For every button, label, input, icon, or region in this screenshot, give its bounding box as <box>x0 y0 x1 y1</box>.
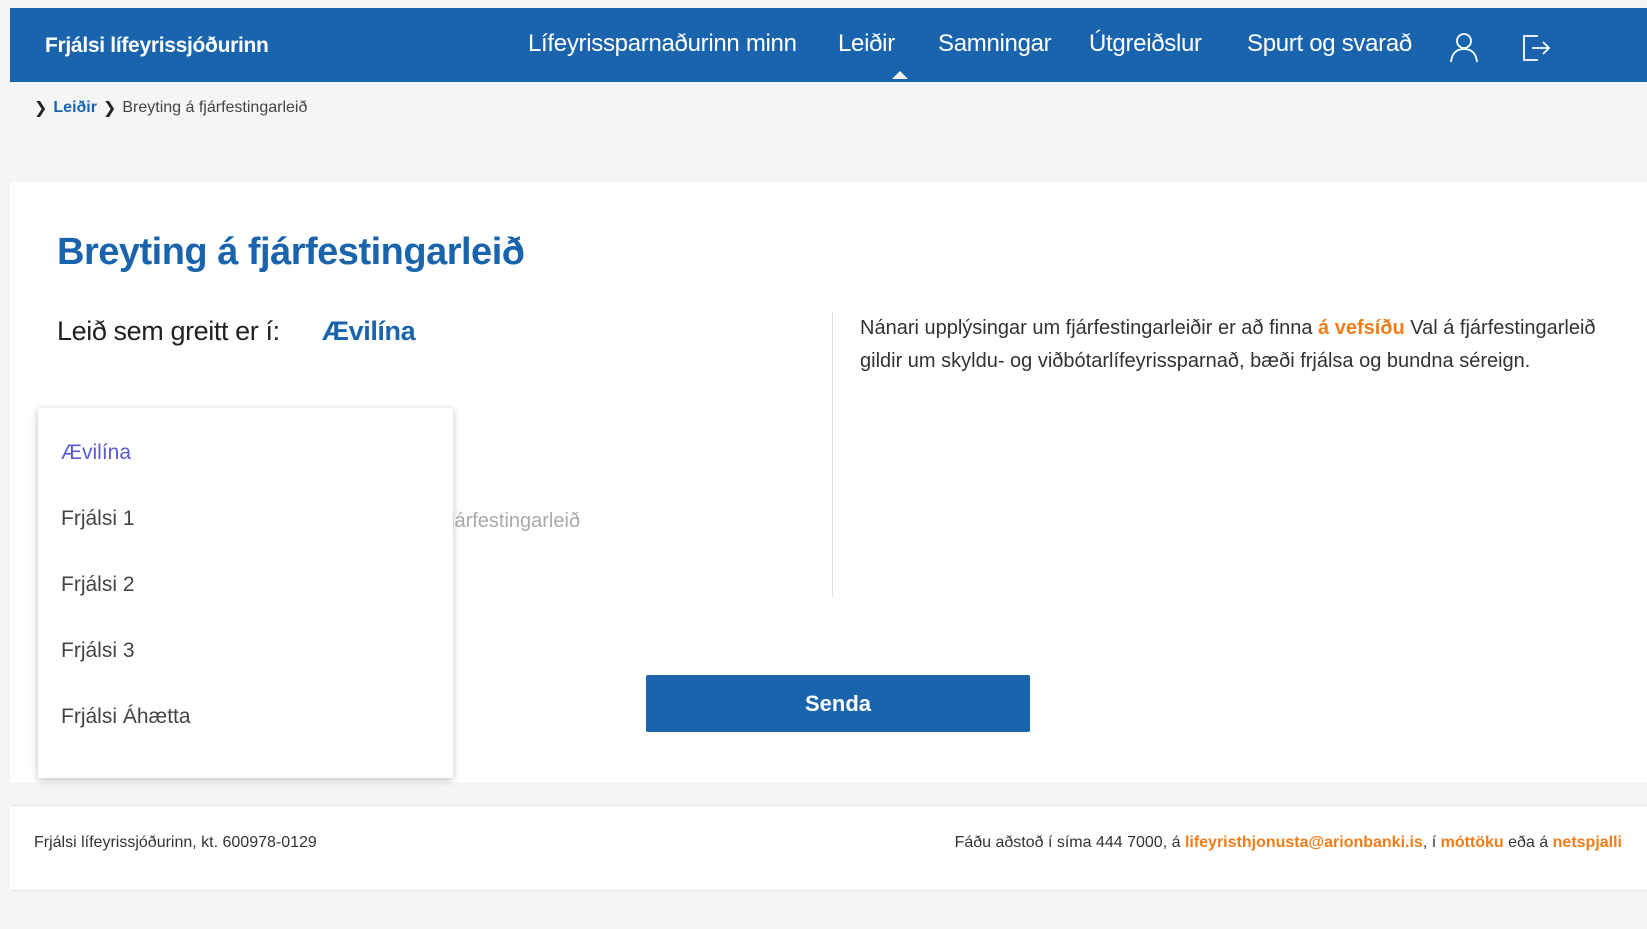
current-route-value: Ævilína <box>322 316 416 346</box>
website-link[interactable]: á vefsíðu <box>1318 317 1405 339</box>
footer-company-info: Frjálsi lífeyrissjóðurinn, kt. 600978-01… <box>34 834 317 851</box>
footer-help-text: eða á <box>1503 834 1553 851</box>
chat-link[interactable]: netspjalli <box>1553 834 1622 851</box>
active-nav-indicator <box>892 71 908 79</box>
chevron-right-icon: ❯ <box>34 100 48 117</box>
nav-item-faq[interactable]: Spurt og svarað <box>1247 30 1412 58</box>
footer-help-text: , í <box>1422 834 1441 851</box>
breadcrumb-current: Breyting á fjárfestingarleið <box>122 99 308 116</box>
nav-item-routes[interactable]: Leiðir <box>838 30 895 58</box>
dropdown-option-frjalsi-1[interactable]: Frjálsi 1 <box>38 484 453 553</box>
reception-link[interactable]: móttöku <box>1441 834 1504 851</box>
nav-item-agreements[interactable]: Samningar <box>938 30 1052 58</box>
user-icon[interactable] <box>1447 30 1481 64</box>
dropdown-option-frjalsi-ahaetta[interactable]: Frjálsi Áhætta <box>38 682 453 751</box>
email-link[interactable]: lifeyristhjonusta@arionbanki.is <box>1185 834 1423 851</box>
footer: Frjálsi lífeyrissjóðurinn, kt. 600978-01… <box>10 805 1647 891</box>
page-title: Breyting á fjárfestingarleið <box>57 231 525 273</box>
current-route-label: Leið sem greitt er í: <box>57 316 280 346</box>
nav-item-payouts[interactable]: Útgreiðslur <box>1089 30 1202 58</box>
footer-help-text: Fáðu aðstoð í síma 444 7000, á <box>954 834 1185 851</box>
chevron-right-icon: ❯ <box>102 100 117 117</box>
nav-item-savings[interactable]: Lífeyrissparnaðurinn minn <box>528 30 797 58</box>
info-text: Nánari upplýsingar um fjárfestingarleiði… <box>860 312 1620 378</box>
column-divider <box>832 312 833 597</box>
logout-icon[interactable] <box>1518 30 1552 64</box>
route-dropdown-menu: Ævilína Frjálsi 1 Frjálsi 2 Frjálsi 3 Fr… <box>38 408 453 778</box>
send-button[interactable]: Senda <box>646 675 1030 732</box>
dropdown-option-frjalsi-2[interactable]: Frjálsi 2 <box>38 550 453 619</box>
info-text-part: Nánari upplýsingar um fjárfestingarleiði… <box>860 317 1319 339</box>
footer-help: Fáðu aðstoð í síma 444 7000, á lifeyrist… <box>955 834 1622 852</box>
route-select-placeholder: járfestingarleið <box>450 510 581 532</box>
dropdown-option-frjalsi-3[interactable]: Frjálsi 3 <box>38 616 453 685</box>
breadcrumb: ❯ Leiðir ❯ Breyting á fjárfestingarleið <box>34 98 307 118</box>
dropdown-option-aevilina[interactable]: Ævilína <box>38 418 453 487</box>
brand-logo-text[interactable]: Frjálsi lífeyrissjóðurinn <box>45 34 269 58</box>
top-navigation-bar: Frjálsi lífeyrissjóðurinn Lífeyrissparna… <box>10 8 1647 82</box>
breadcrumb-link-routes[interactable]: Leiðir <box>53 99 97 117</box>
